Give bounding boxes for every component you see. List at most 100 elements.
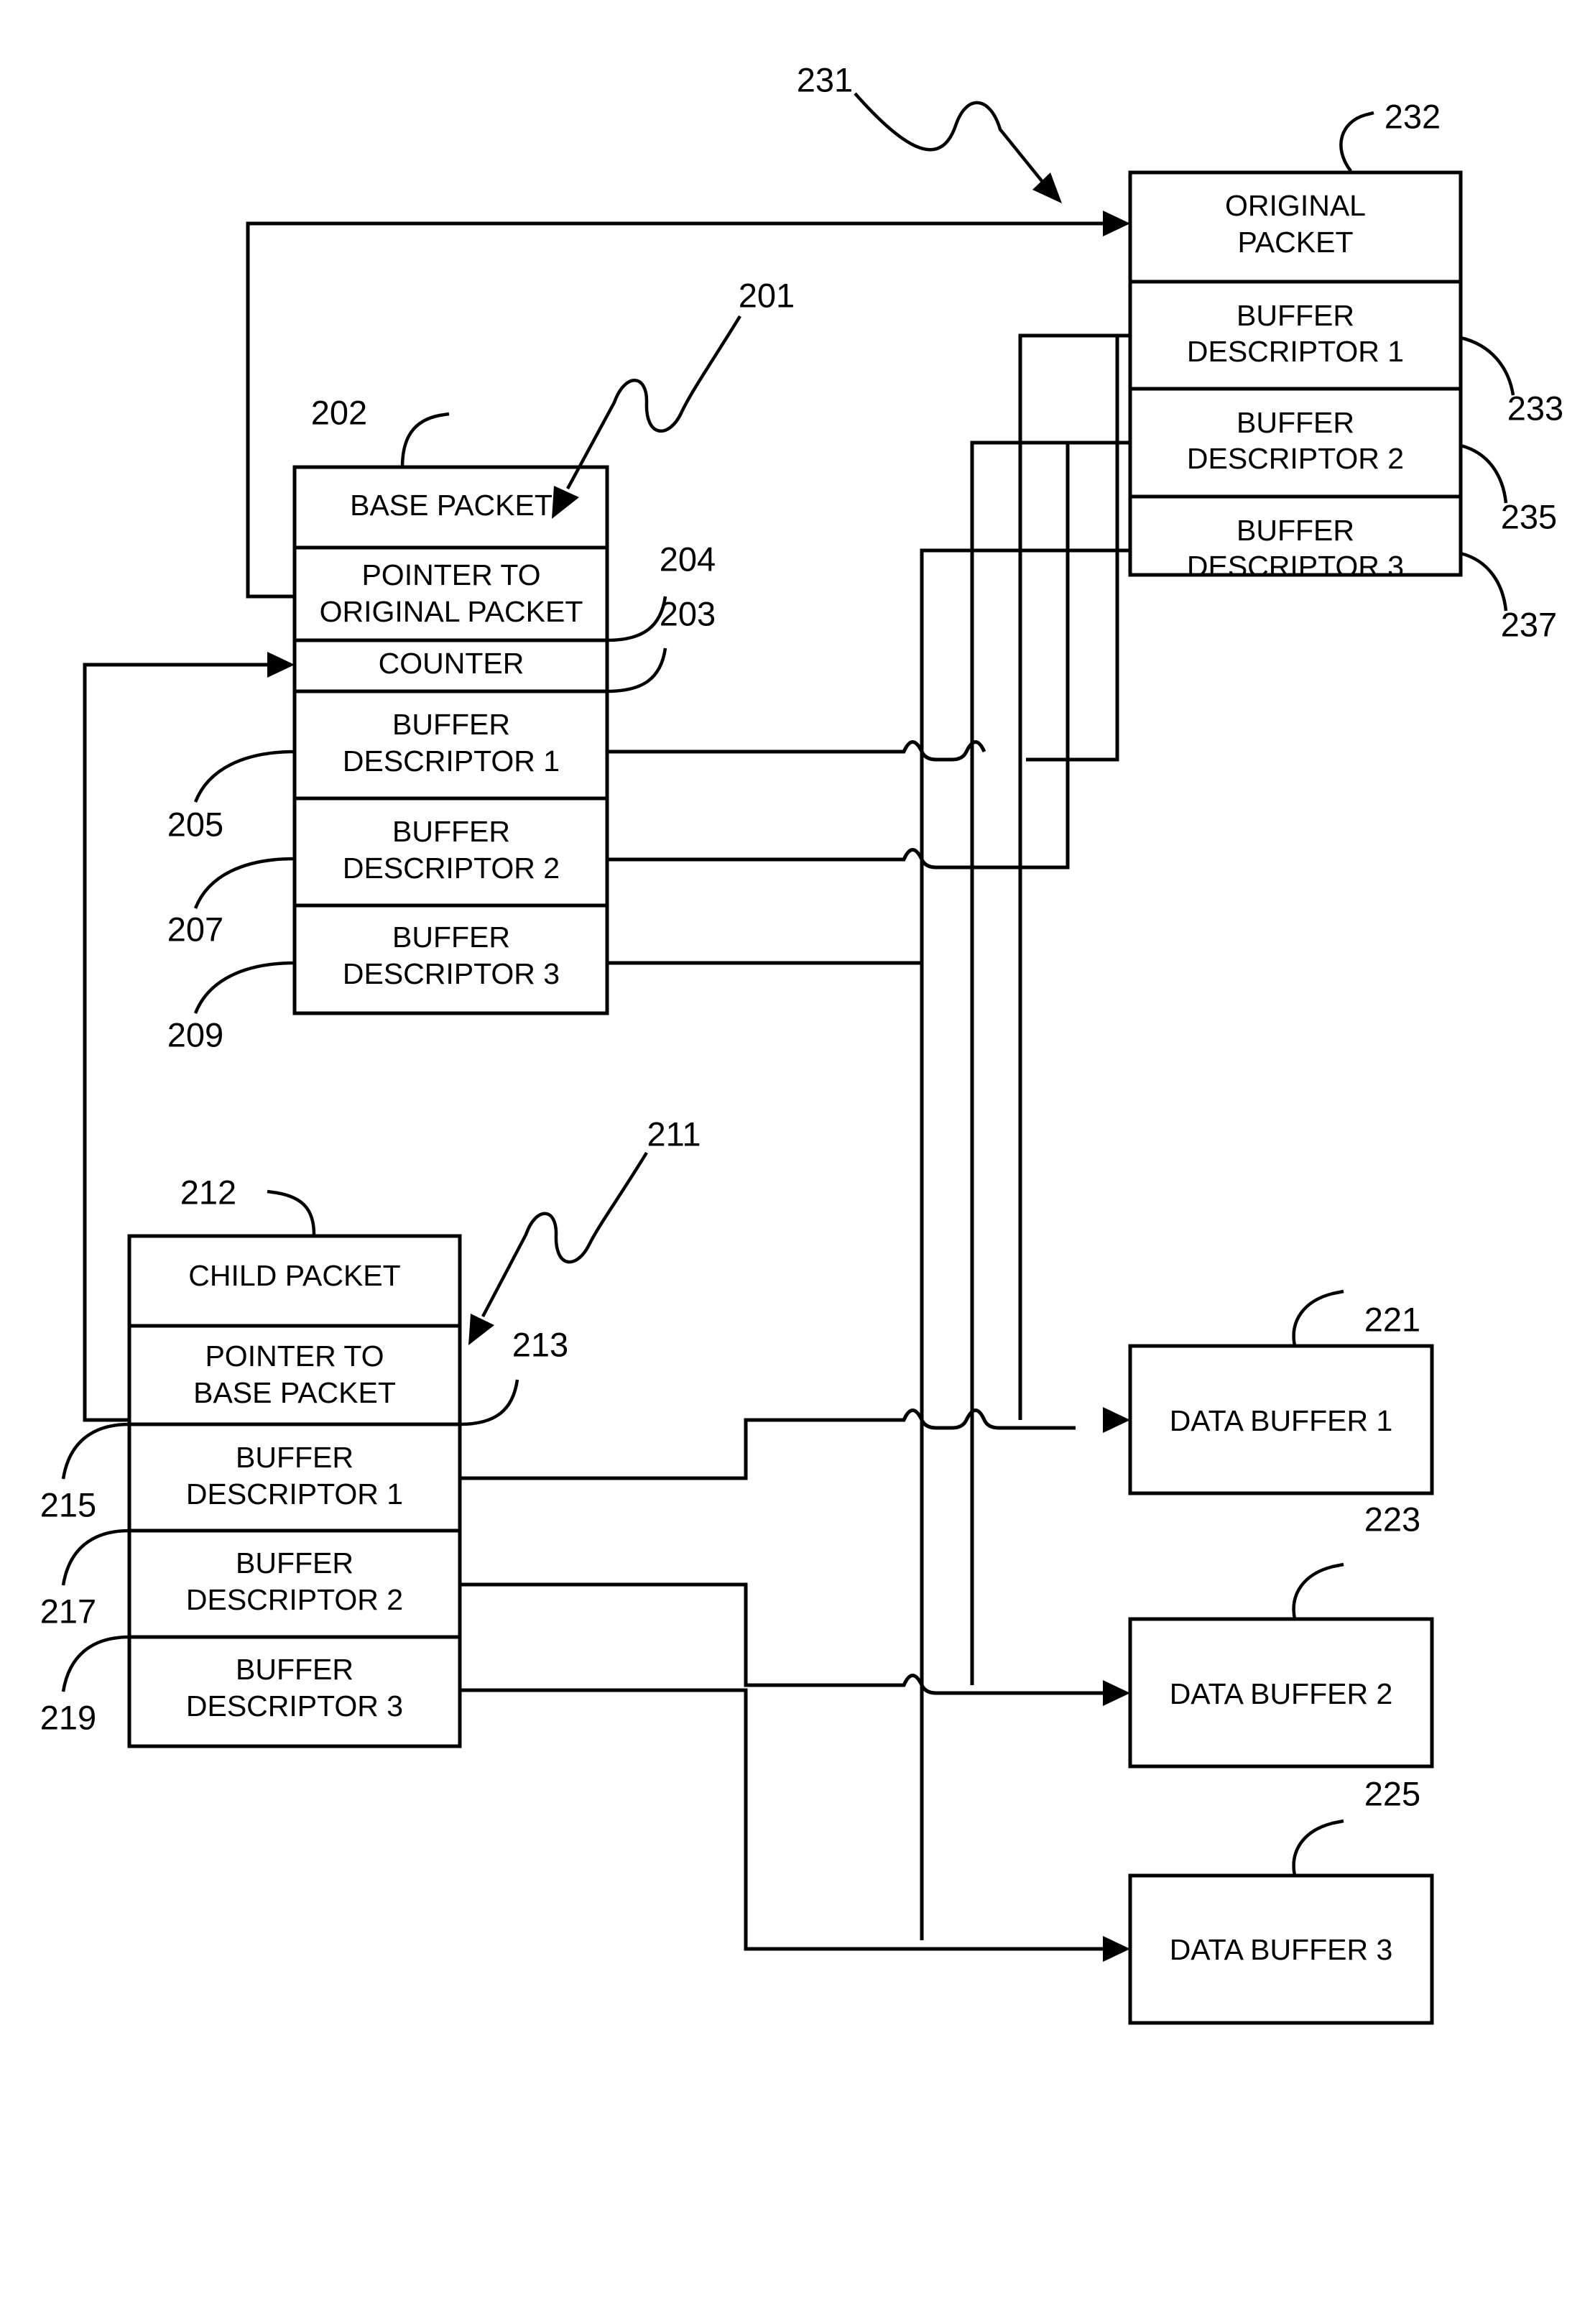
base-packet-box: BASE PACKET POINTER TO ORIGINAL PACKET C… (292, 465, 609, 1015)
ref-219-label: 219 (40, 1698, 96, 1736)
data-buffer-2-box: DATA BUFFER 2 (1128, 1617, 1434, 1769)
ref-203-leader: 203 (606, 594, 716, 693)
original-packet-box: ORIGINAL PACKET BUFFER DESCRIPTOR 1 BUFF… (1128, 170, 1463, 583)
original-packet-bd1-line1: BUFFER (1237, 299, 1354, 332)
ref-212-leader: 212 (180, 1173, 316, 1235)
child-packet-row-bd2: BUFFER DESCRIPTOR 2 (186, 1546, 403, 1616)
ref-233-leader: 233 (1460, 336, 1563, 427)
child-packet-pointer-line1: POINTER TO (205, 1339, 384, 1373)
ref-204-label: 204 (660, 540, 716, 578)
ref-211-leader: 211 (468, 1115, 701, 1345)
base-packet-row-title: BASE PACKET (350, 489, 553, 522)
wire-original-bd1-to-data-buffer-1 (1018, 333, 1130, 1420)
data-buffer-1-label: DATA BUFFER 1 (1170, 1404, 1393, 1437)
base-packet-pointer-line2: ORIGINAL PACKET (320, 595, 583, 628)
original-packet-row-bd2: BUFFER DESCRIPTOR 2 (1187, 406, 1404, 475)
base-packet-row-bd1: BUFFER DESCRIPTOR 1 (343, 708, 560, 778)
ref-235-leader: 235 (1460, 443, 1557, 535)
ref-237-label: 237 (1501, 605, 1557, 643)
base-packet-title: BASE PACKET (350, 489, 553, 522)
data-buffer-3-label: DATA BUFFER 3 (1170, 1933, 1393, 1966)
original-packet-bd2-line1: BUFFER (1237, 406, 1354, 439)
ref-202-label: 202 (311, 393, 367, 431)
original-packet-title-line2: PACKET (1238, 226, 1354, 259)
ref-232-label: 232 (1385, 97, 1441, 135)
child-packet-row-pointer: POINTER TO BASE PACKET (193, 1339, 396, 1409)
arrowhead-into-counter-row (267, 652, 295, 678)
ref-211-arrowhead (468, 1314, 494, 1345)
base-packet-bd1-line2: DESCRIPTOR 1 (343, 744, 560, 778)
ref-201-leader: 201 (552, 276, 795, 519)
ref-223-label: 223 (1364, 1500, 1420, 1538)
wire-child-bd1-to-data-buffer-1 (460, 1407, 1130, 1480)
child-packet-row-bd3: BUFFER DESCRIPTOR 3 (186, 1653, 403, 1723)
original-packet-row-title: ORIGINAL PACKET (1225, 189, 1366, 259)
base-packet-bd1-line1: BUFFER (392, 708, 510, 741)
ref-212-label: 212 (180, 1173, 236, 1211)
ref-223-leader: 223 (1292, 1500, 1420, 1620)
ref-235-label: 235 (1501, 497, 1557, 535)
ref-201-label: 201 (739, 276, 795, 314)
arrowhead-into-data-buffer-1 (1103, 1407, 1130, 1433)
ref-219-leader: 219 (40, 1635, 130, 1736)
child-packet-bd3-line1: BUFFER (236, 1653, 353, 1686)
wire-child-bd3-to-data-buffer-3 (460, 1688, 1130, 1962)
ref-232-leader: 232 (1339, 97, 1441, 172)
base-packet-counter: COUNTER (379, 647, 524, 680)
ref-225-leader: 225 (1292, 1774, 1420, 1876)
base-packet-bd2-line2: DESCRIPTOR 2 (343, 852, 560, 885)
ref-205-label: 205 (167, 805, 223, 843)
arrowhead-into-data-buffer-2 (1103, 1680, 1130, 1706)
child-packet-row-title: CHILD PACKET (188, 1259, 400, 1292)
original-packet-row-bd3: BUFFER DESCRIPTOR 3 (1187, 514, 1404, 583)
child-packet-bd3-line2: DESCRIPTOR 3 (186, 1689, 403, 1723)
original-packet-bd3-line2: DESCRIPTOR 3 (1187, 550, 1404, 583)
ref-209-label: 209 (167, 1015, 223, 1053)
data-buffer-3-box: DATA BUFFER 3 (1128, 1873, 1434, 2025)
data-buffer-2-label: DATA BUFFER 2 (1170, 1677, 1393, 1710)
ref-231-leader: 231 (797, 60, 1062, 203)
ref-217-label: 217 (40, 1592, 96, 1630)
base-packet-bd2-line1: BUFFER (392, 815, 510, 848)
child-packet-bd1-line2: DESCRIPTOR 1 (186, 1477, 403, 1511)
ref-231-label: 231 (797, 60, 853, 98)
ref-209-leader: 209 (167, 961, 295, 1053)
wire-original-bd2-to-data-buffer-2 (970, 441, 1130, 1685)
child-packet-box: CHILD PACKET POINTER TO BASE PACKET BUFF… (127, 1234, 462, 1748)
arrowhead-into-data-buffer-3 (1103, 1936, 1130, 1962)
child-packet-bd2-line2: DESCRIPTOR 2 (186, 1583, 403, 1616)
base-packet-row-bd3: BUFFER DESCRIPTOR 3 (343, 921, 560, 990)
ref-203-label: 203 (660, 594, 716, 632)
ref-207-leader: 207 (167, 857, 295, 948)
ref-221-leader: 221 (1292, 1289, 1420, 1347)
data-buffer-1-box: DATA BUFFER 1 (1128, 1344, 1434, 1495)
original-packet-bd1-line2: DESCRIPTOR 1 (1187, 335, 1404, 368)
base-packet-pointer-line1: POINTER TO (361, 558, 540, 591)
original-packet-bd3-line1: BUFFER (1237, 514, 1354, 547)
child-packet-row-bd1: BUFFER DESCRIPTOR 1 (186, 1441, 403, 1511)
ref-213-label: 213 (512, 1325, 568, 1363)
ref-202-leader: 202 (311, 393, 450, 468)
wire-base-bd3 (607, 550, 924, 965)
ref-211-label: 211 (647, 1115, 701, 1153)
ref-201-arrowhead (552, 486, 579, 519)
original-packet-bd2-line2: DESCRIPTOR 2 (1187, 442, 1404, 475)
ref-237-leader: 237 (1460, 551, 1557, 643)
ref-225-label: 225 (1364, 1774, 1420, 1812)
ref-215-label: 215 (40, 1485, 96, 1523)
child-packet-bd2-line1: BUFFER (236, 1546, 353, 1580)
base-packet-row-bd2: BUFFER DESCRIPTOR 2 (343, 815, 560, 885)
original-packet-title-line1: ORIGINAL (1225, 189, 1366, 222)
diagram-svg: ORIGINAL PACKET BUFFER DESCRIPTOR 1 BUFF… (40, 60, 1563, 2025)
ref-213-leader: 213 (459, 1325, 568, 1426)
ref-221-label: 221 (1364, 1300, 1420, 1338)
ref-217-leader: 217 (40, 1528, 130, 1630)
ref-215-leader: 215 (40, 1422, 130, 1523)
ref-205-leader: 205 (167, 750, 295, 843)
figure-canvas: ORIGINAL PACKET BUFFER DESCRIPTOR 1 BUFF… (0, 0, 1590, 2324)
child-packet-bd1-line1: BUFFER (236, 1441, 353, 1474)
ref-233-label: 233 (1507, 389, 1563, 427)
arrowhead-into-original-packet (1103, 211, 1130, 236)
wire-base-bd2 (607, 443, 1070, 870)
base-packet-bd3-line1: BUFFER (392, 921, 510, 954)
